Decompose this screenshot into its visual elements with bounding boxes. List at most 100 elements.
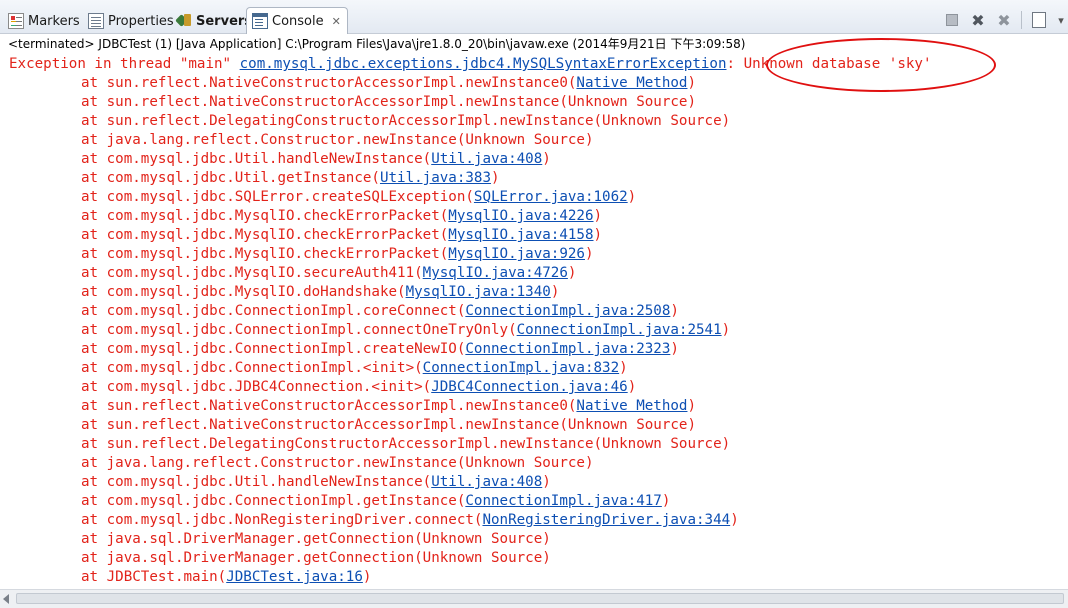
stack-frame-text: at sun.reflect.DelegatingConstructorAcce…: [81, 436, 731, 452]
stack-frame-text: at com.mysql.jdbc.ConnectionImpl.coreCon…: [81, 303, 466, 319]
stack-frame-line: at java.sql.DriverManager.getConnection(…: [9, 530, 1059, 549]
source-link[interactable]: Util.java:408: [431, 151, 542, 167]
tab-markers[interactable]: Markers: [8, 8, 80, 34]
stack-frame-close: ): [593, 208, 603, 224]
stack-frame-text: at com.mysql.jdbc.SQLError.createSQLExce…: [81, 189, 474, 205]
stack-frame-line: at com.mysql.jdbc.SQLError.createSQLExce…: [9, 188, 1059, 207]
stack-frame-line: at com.mysql.jdbc.MysqlIO.doHandshake(My…: [9, 283, 1059, 302]
stack-frame-text: at sun.reflect.NativeConstructorAccessor…: [81, 417, 696, 433]
source-link[interactable]: Native Method: [576, 75, 687, 91]
stack-frame-line: at com.mysql.jdbc.Util.handleNewInstance…: [9, 473, 1059, 492]
source-link[interactable]: Native Method: [576, 398, 687, 414]
stack-frame-line: at com.mysql.jdbc.Util.getInstance(Util.…: [9, 169, 1059, 188]
stack-frame-text: at com.mysql.jdbc.Util.handleNewInstance…: [81, 474, 432, 490]
tab-console[interactable]: Console ✕: [246, 7, 348, 34]
source-link[interactable]: SQLError.java:1062: [474, 189, 628, 205]
console-toolbar: ✖ ✖ ▾: [943, 10, 1068, 30]
stack-frame-close: ): [670, 303, 679, 319]
stack-frame-line: at sun.reflect.DelegatingConstructorAcce…: [9, 112, 1059, 131]
source-link[interactable]: ConnectionImpl.java:2508: [465, 303, 670, 319]
stack-frame-text: at com.mysql.jdbc.MysqlIO.checkErrorPack…: [81, 208, 449, 224]
stack-frame-close: ): [619, 360, 628, 376]
toolbar-separator: [1021, 11, 1022, 29]
console-output[interactable]: Exception in thread "main" com.mysql.jdb…: [9, 55, 1059, 587]
markers-icon: [8, 13, 24, 29]
stack-frame-line: at java.lang.reflect.Constructor.newInst…: [9, 454, 1059, 473]
stack-frame-line: at com.mysql.jdbc.ConnectionImpl.getInst…: [9, 492, 1059, 511]
stack-frame-line: at java.sql.DriverManager.getConnection(…: [9, 549, 1059, 568]
annotation-ellipse: [766, 38, 996, 92]
source-link[interactable]: MysqlIO.java:4158: [448, 227, 593, 243]
view-tab-bar: Markers Properties Servers Console ✕ ✖ ✖…: [0, 0, 1068, 34]
remove-all-terminated-icon[interactable]: ✖: [995, 11, 1013, 30]
scroll-lock-button[interactable]: [1030, 11, 1048, 29]
source-link[interactable]: JDBCTest.java:16: [226, 569, 363, 585]
stack-frame-text: at com.mysql.jdbc.MysqlIO.doHandshake(: [81, 284, 406, 300]
scroll-left-icon[interactable]: [3, 594, 9, 604]
servers-icon: [176, 13, 192, 29]
stack-frame-line: at sun.reflect.DelegatingConstructorAcce…: [9, 435, 1059, 454]
tab-servers[interactable]: Servers: [176, 8, 252, 34]
stack-frame-close: ): [627, 379, 637, 395]
stack-frame-close: ): [721, 322, 731, 338]
stack-frame-text: at java.lang.reflect.Constructor.newInst…: [81, 132, 594, 148]
stack-frame-line: at JDBCTest.main(JDBCTest.java:16): [9, 568, 1059, 587]
source-link[interactable]: MysqlIO.java:4226: [448, 208, 593, 224]
stack-frame-line: at com.mysql.jdbc.NonRegisteringDriver.c…: [9, 511, 1059, 530]
stack-frame-text: at com.mysql.jdbc.ConnectionImpl.connect…: [81, 322, 517, 338]
stack-frame-line: at sun.reflect.NativeConstructorAccessor…: [9, 93, 1059, 112]
source-link[interactable]: ConnectionImpl.java:832: [423, 360, 619, 376]
stack-frame-line: at java.lang.reflect.Constructor.newInst…: [9, 131, 1059, 150]
tab-properties[interactable]: Properties: [88, 8, 174, 34]
source-link[interactable]: MysqlIO.java:4726: [423, 265, 568, 281]
stack-frame-close: ): [491, 170, 500, 186]
stack-frame-text: at com.mysql.jdbc.ConnectionImpl.createN…: [81, 341, 466, 357]
stack-frame-text: at com.mysql.jdbc.MysqlIO.checkErrorPack…: [81, 246, 449, 262]
stack-frame-text: at com.mysql.jdbc.NonRegisteringDriver.c…: [81, 512, 483, 528]
stack-frame-text: at sun.reflect.DelegatingConstructorAcce…: [81, 113, 731, 129]
stack-frame-text: at com.mysql.jdbc.ConnectionImpl.getInst…: [81, 493, 466, 509]
source-link[interactable]: ConnectionImpl.java:2541: [517, 322, 722, 338]
stack-frame-text: at com.mysql.jdbc.MysqlIO.checkErrorPack…: [81, 227, 449, 243]
remove-launch-icon[interactable]: ✖: [969, 11, 987, 30]
stop-icon[interactable]: [943, 11, 961, 29]
source-link[interactable]: Util.java:383: [380, 170, 491, 186]
close-icon[interactable]: ✕: [332, 16, 341, 27]
scroll-lock-icon: [1032, 12, 1046, 28]
exception-class-link[interactable]: com.mysql.jdbc.exceptions.jdbc4.MySQLSyn…: [240, 56, 727, 72]
stack-frame-close: ): [730, 512, 739, 528]
stack-frame-close: ): [670, 341, 679, 357]
tab-markers-label: Markers: [28, 13, 80, 29]
stack-frame-line: at com.mysql.jdbc.ConnectionImpl.coreCon…: [9, 302, 1059, 321]
stack-frame-text: at java.sql.DriverManager.getConnection(…: [81, 550, 551, 566]
source-link[interactable]: MysqlIO.java:1340: [406, 284, 551, 300]
stack-frame-close: ): [550, 284, 560, 300]
source-link[interactable]: NonRegisteringDriver.java:344: [482, 512, 730, 528]
source-link[interactable]: Util.java:408: [431, 474, 542, 490]
stack-frame-close: ): [593, 227, 603, 243]
stack-frame-text: at com.mysql.jdbc.JDBC4Connection.<init>…: [81, 379, 432, 395]
stack-frame-line: at com.mysql.jdbc.ConnectionImpl.<init>(…: [9, 359, 1059, 378]
stack-frame-line: at com.mysql.jdbc.MysqlIO.checkErrorPack…: [9, 226, 1059, 245]
stack-frame-close: ): [627, 189, 637, 205]
source-link[interactable]: ConnectionImpl.java:417: [465, 493, 661, 509]
scrollbar-thumb[interactable]: [16, 593, 1064, 604]
stack-frame-text: at com.mysql.jdbc.Util.handleNewInstance…: [81, 151, 432, 167]
stack-frame-line: at com.mysql.jdbc.MysqlIO.checkErrorPack…: [9, 245, 1059, 264]
stack-frame-text: at sun.reflect.NativeConstructorAccessor…: [81, 75, 577, 91]
stack-frame-line: at com.mysql.jdbc.MysqlIO.checkErrorPack…: [9, 207, 1059, 226]
source-link[interactable]: JDBC4Connection.java:46: [431, 379, 627, 395]
stack-frame-close: ): [542, 151, 551, 167]
tab-servers-label: Servers: [196, 13, 253, 29]
horizontal-scrollbar[interactable]: [0, 589, 1068, 608]
stack-frame-close: ): [687, 398, 697, 414]
stack-frame-text: at JDBCTest.main(: [81, 569, 227, 585]
stack-frame-close: ): [567, 265, 577, 281]
stack-frame-close: ): [661, 493, 671, 509]
view-menu-icon[interactable]: ▾: [1056, 11, 1066, 29]
source-link[interactable]: ConnectionImpl.java:2323: [465, 341, 670, 357]
stack-frame-text: at java.sql.DriverManager.getConnection(…: [81, 531, 551, 547]
stack-frame-text: at com.mysql.jdbc.Util.getInstance(: [81, 170, 380, 186]
source-link[interactable]: MysqlIO.java:926: [448, 246, 585, 262]
stack-frame-close: ): [584, 246, 594, 262]
